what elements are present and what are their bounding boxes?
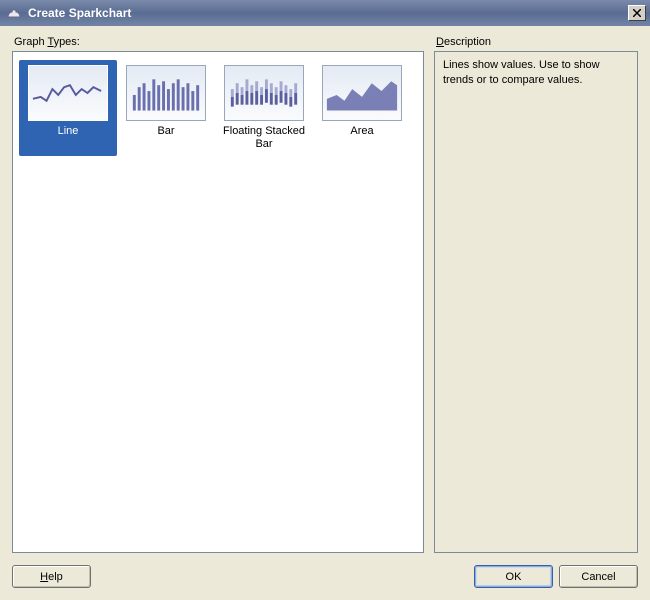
graph-type-label: Area bbox=[348, 125, 375, 151]
graph-type-label: Line bbox=[56, 125, 81, 151]
graph-types-label: Graph Types: bbox=[14, 36, 424, 48]
graph-type-area[interactable]: Area bbox=[313, 60, 411, 156]
content-row: Graph Types: Line bbox=[12, 36, 638, 553]
window-title: Create Sparkchart bbox=[28, 6, 628, 20]
close-button[interactable] bbox=[628, 5, 646, 21]
floating-stacked-bar-icon bbox=[224, 65, 304, 121]
description-text: Lines show values. Use to show trends or… bbox=[434, 51, 638, 553]
graph-type-label: Bar bbox=[155, 125, 176, 151]
graph-type-label: Floating Stacked Bar bbox=[220, 125, 308, 151]
description-panel: Description Lines show values. Use to sh… bbox=[434, 36, 638, 553]
title-bar: Create Sparkchart bbox=[0, 0, 650, 26]
dialog-body: Graph Types: Line bbox=[0, 26, 650, 600]
cancel-button[interactable]: Cancel bbox=[559, 565, 638, 588]
app-icon bbox=[6, 5, 22, 21]
line-chart-icon bbox=[28, 65, 108, 121]
description-label: Description bbox=[436, 36, 638, 48]
ok-button[interactable]: OK bbox=[474, 565, 553, 588]
dialog-button-row: Help OK Cancel bbox=[12, 565, 638, 588]
area-chart-icon bbox=[322, 65, 402, 121]
bar-chart-icon bbox=[126, 65, 206, 121]
graph-type-floating-stacked-bar[interactable]: Floating Stacked Bar bbox=[215, 60, 313, 156]
help-button[interactable]: Help bbox=[12, 565, 91, 588]
graph-type-line[interactable]: Line bbox=[19, 60, 117, 156]
graph-types-list[interactable]: Line bbox=[12, 51, 424, 553]
graph-types-panel: Graph Types: Line bbox=[12, 36, 424, 553]
graph-type-bar[interactable]: Bar bbox=[117, 60, 215, 156]
